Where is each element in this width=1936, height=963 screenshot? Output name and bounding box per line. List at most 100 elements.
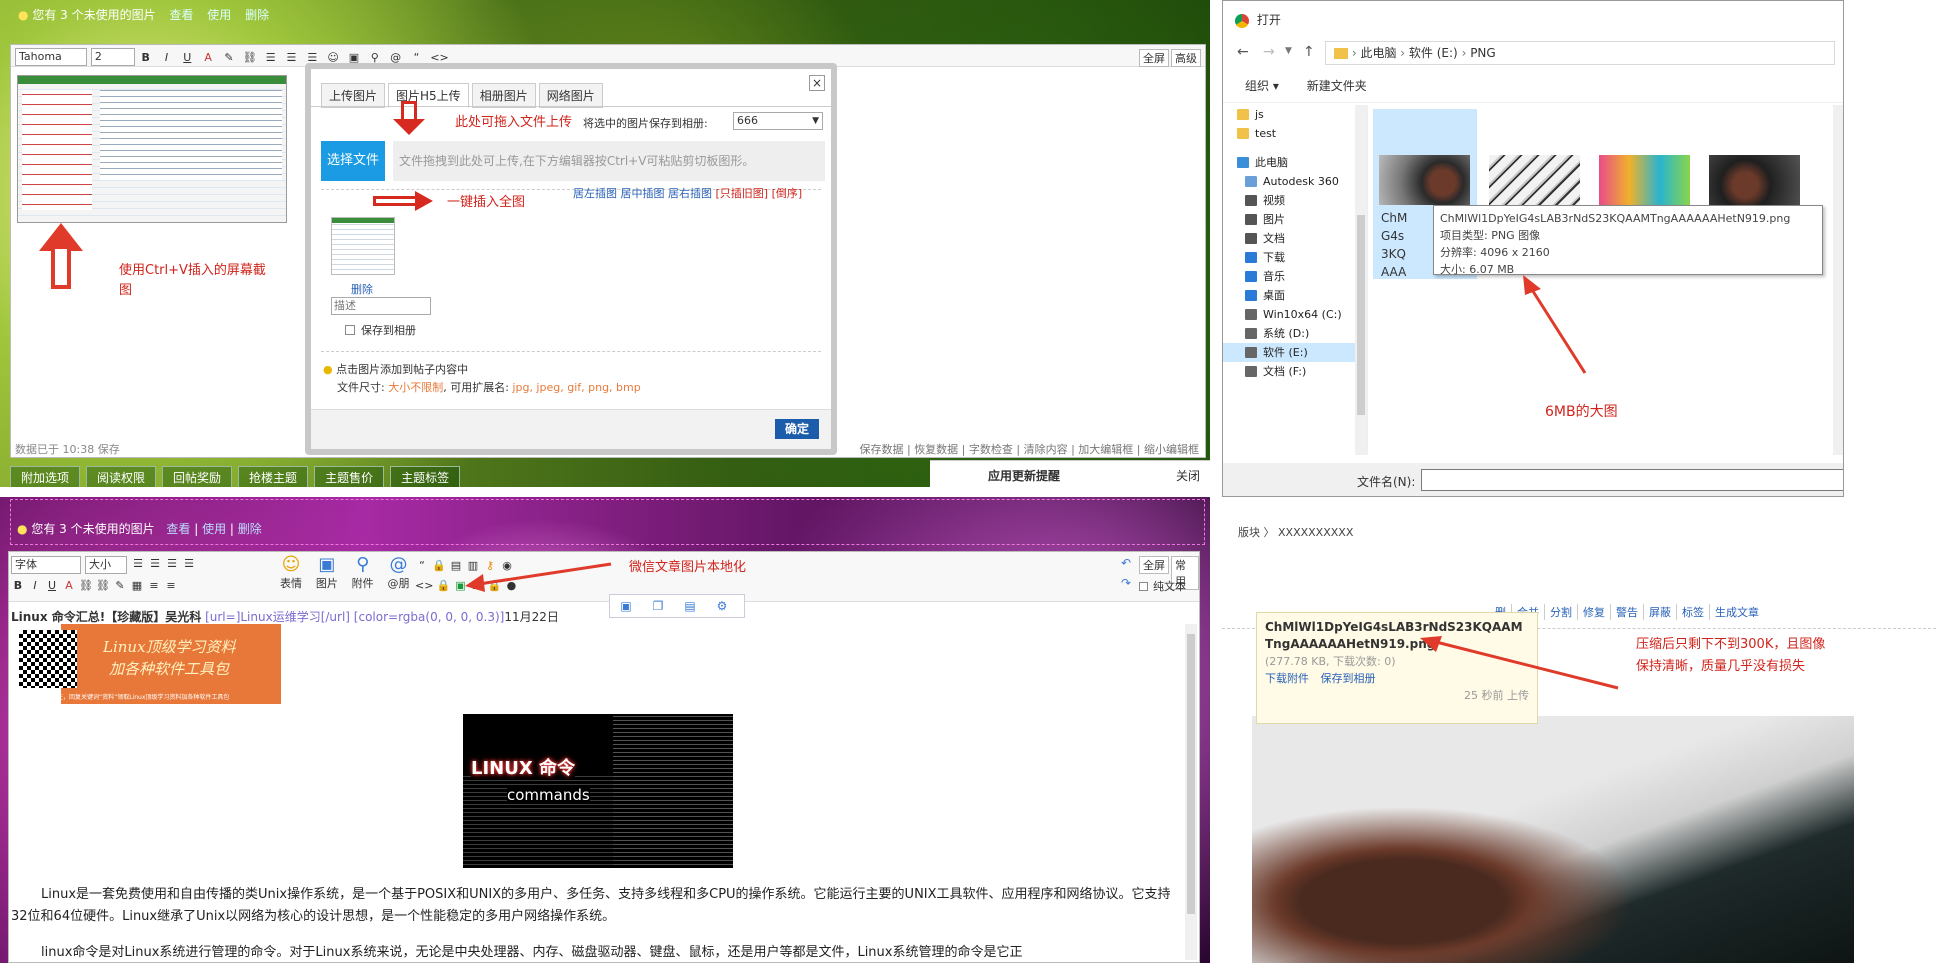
font-color-icon[interactable]: A [201,50,215,66]
clear-content-link[interactable]: 清除内容 [1024,443,1068,456]
new-folder-button[interactable]: 新建文件夹 [1307,79,1367,93]
action-tag[interactable]: 标签 [1677,604,1710,620]
file-thumbnail-teapot2[interactable] [1709,155,1800,205]
file-thumbnail-teapot[interactable] [1379,155,1470,205]
crumb-this-pc[interactable]: 此电脑 [1360,46,1396,60]
mention-button[interactable]: @ @朋 [382,554,414,591]
crumb-drive-e[interactable]: 软件 (E:) [1409,46,1458,60]
filename-input[interactable] [1421,469,1843,491]
insert-right-link[interactable]: 居右插图 [668,187,712,200]
tree-item[interactable]: test [1223,124,1367,143]
attachment-button[interactable]: ⚲ 附件 [347,554,379,591]
copy-image-icon[interactable]: ❐ [642,595,674,617]
notice-use-link-2[interactable]: 使用 [202,522,226,536]
save-to-album-link[interactable]: 保存到相册 [1321,672,1376,685]
underline-icon[interactable]: U [45,578,59,594]
image-button[interactable]: ▣ 图片 [311,554,343,591]
save-data-link[interactable]: 保存数据 [859,443,903,456]
code-icon[interactable]: <> [415,578,433,594]
insert-old-reverse-link[interactable]: [只插旧图] [倒序] [716,187,803,200]
italic-icon[interactable]: I [159,50,173,66]
file-thumbnail-brushes[interactable] [1489,155,1580,205]
linux-commands-image[interactable]: LINUX 命令 commands [463,714,733,868]
crumb-board[interactable]: XXXXXXXXXX [1278,526,1353,539]
tree-item[interactable]: 音乐 [1223,267,1367,286]
word-count-link[interactable]: 字数检查 [969,443,1013,456]
action-warn[interactable]: 警告 [1611,604,1644,620]
tree-item[interactable]: 系统 (D:) [1223,324,1367,343]
action-split[interactable]: 分割 [1545,604,1578,620]
action-block[interactable]: 屏蔽 [1644,604,1677,620]
lock-icon[interactable]: 🔒 [432,558,446,574]
emoji-button[interactable]: ☺ 表情 [275,554,307,591]
eraser-icon[interactable]: ✎ [113,578,127,594]
tab-topic-tags[interactable]: 主题标签 [390,466,461,487]
up-icon[interactable]: ↑ [1303,44,1315,60]
shrink-editor-link[interactable]: 缩小编辑框 [1144,443,1199,456]
tree-item[interactable]: 此电脑 [1223,153,1367,172]
advanced-button[interactable]: 高级 [1171,49,1201,67]
tab-album-images[interactable]: 相册图片 [471,83,536,108]
font-family-select[interactable]: 字体 [11,556,81,574]
plain-text-checkbox[interactable] [1139,582,1148,591]
align-right-icon[interactable]: ☰ [165,556,179,572]
album-select[interactable]: 666 ▼ [733,112,823,130]
align-center-icon[interactable]: ☰ [148,556,162,572]
tab-extra-options[interactable]: 附加选项 [10,466,81,487]
tab-reply-reward[interactable]: 回帖奖励 [162,466,233,487]
back-icon[interactable]: ← [1237,44,1249,60]
notice-delete-link-2[interactable]: 删除 [238,522,262,536]
confirm-button[interactable]: 确定 [775,419,819,439]
link-icon[interactable]: ⛓ [79,578,93,594]
font-size-select[interactable]: 大小 [85,556,127,574]
tree-item[interactable]: 下载 [1223,248,1367,267]
bold-icon[interactable]: B [139,50,153,66]
notice-view-link-2[interactable]: 查看 [166,522,190,536]
tree-item[interactable]: 桌面 [1223,286,1367,305]
attachment-image[interactable] [1252,716,1854,963]
ordered-list-icon[interactable]: ≡ [164,578,178,594]
quote-icon[interactable]: “ [415,558,429,574]
table-icon[interactable]: ▦ [130,578,144,594]
underline-icon[interactable]: U [180,50,194,66]
enlarge-editor-link[interactable]: 加大编辑框 [1078,443,1133,456]
fullscreen-button[interactable]: 全屏 [1139,49,1169,67]
insert-center-link[interactable]: 居中插图 [621,187,665,200]
crumb-png[interactable]: PNG [1470,46,1496,60]
drop-zone[interactable]: 文件拖拽到此处可上传,在下方编辑器按Ctrl+V可粘贴剪切板图形。 [393,141,825,181]
file-thumbnail-sunglasses[interactable] [1599,155,1690,205]
unlink-icon[interactable]: ⛓ [96,578,110,594]
tab-topic-price[interactable]: 主题售价 [314,466,385,487]
tree-item[interactable]: 图片 [1223,210,1367,229]
tree-item[interactable]: js [1223,105,1367,124]
qr-banner-image[interactable]: Linux顶级学习资料 加各种软件工具包 识别二维码，关注，回复关键词“资料”领… [11,624,281,704]
font-select[interactable]: Tahoma [15,48,87,66]
crumb-forum[interactable]: 版块 [1238,526,1260,539]
font-color-icon[interactable]: A [62,578,76,594]
thumbnail-delete-link[interactable]: 删除 [351,281,373,297]
bold-icon[interactable]: B [11,578,25,594]
italic-icon[interactable]: I [28,578,42,594]
grid-scrollbar[interactable] [1833,105,1843,455]
action-repair[interactable]: 修复 [1578,604,1611,620]
restore-data-link[interactable]: 恢复数据 [914,443,958,456]
tree-item[interactable]: 软件 (E:) [1223,343,1367,362]
notice-use-link[interactable]: 使用 [207,8,231,22]
organize-menu[interactable]: 组织 ▾ [1245,79,1279,93]
align-left-icon[interactable]: ☰ [264,50,278,66]
action-generate-article[interactable]: 生成文章 [1710,604,1764,620]
tree-item[interactable]: Autodesk 360 [1223,172,1367,191]
gear-icon[interactable]: ⚙ [706,595,738,617]
save-album-checkbox[interactable] [345,325,355,335]
highlight-icon[interactable]: ✎ [222,50,236,66]
replace-image-icon[interactable]: ▤ [674,595,706,617]
forward-icon[interactable]: → [1263,44,1275,60]
tab-web-images[interactable]: 网络图片 [538,83,603,108]
tab-read-permission[interactable]: 阅读权限 [86,466,157,487]
redo-icon[interactable]: ↷ [1121,576,1131,590]
select-file-button[interactable]: 选择文件 [321,141,385,181]
dialog-close-button[interactable]: × [809,75,825,91]
notice-delete-link[interactable]: 删除 [245,8,269,22]
notice-view-link[interactable]: 查看 [169,8,193,22]
tree-item[interactable]: Win10x64 (C:) [1223,305,1367,324]
